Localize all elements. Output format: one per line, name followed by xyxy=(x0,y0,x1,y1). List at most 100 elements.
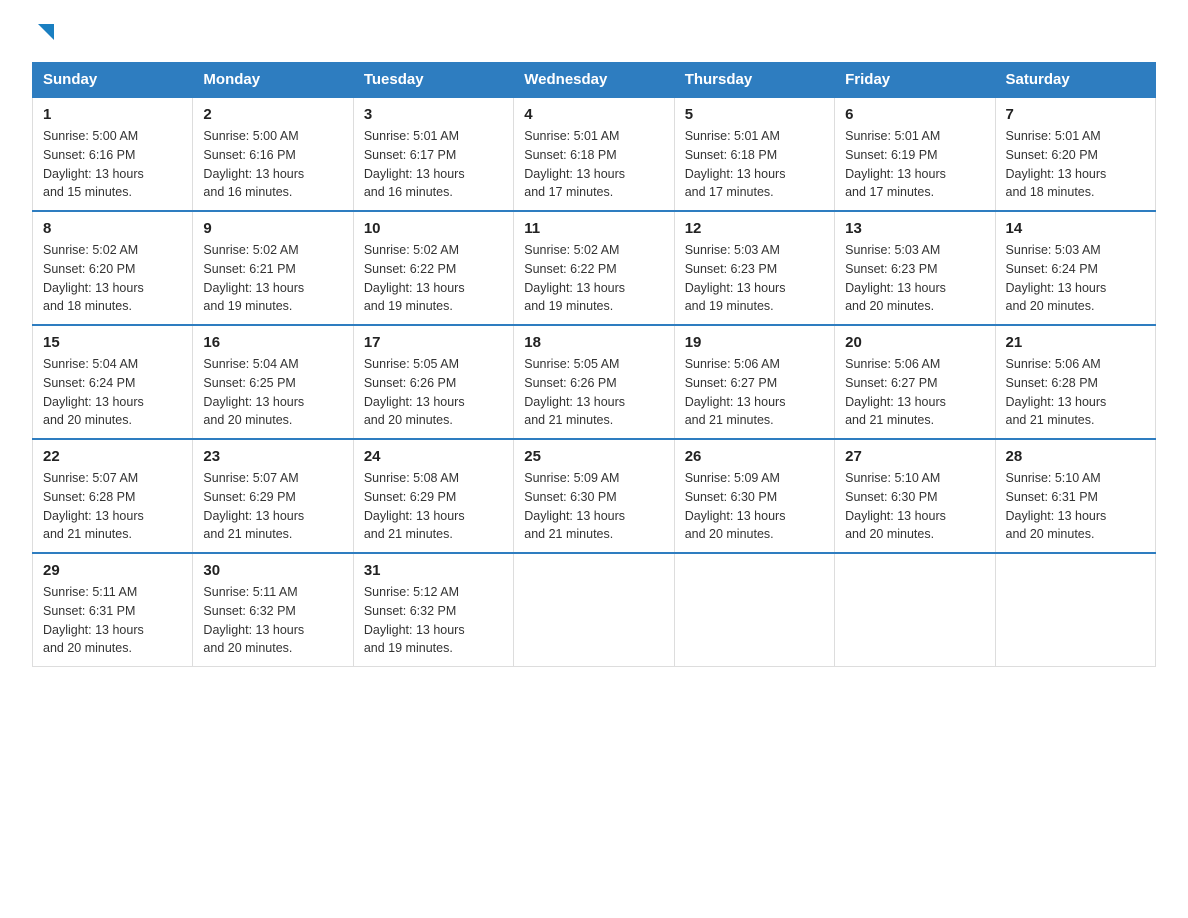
day-number: 6 xyxy=(845,106,984,123)
calendar-cell xyxy=(995,553,1155,667)
calendar-cell: 31 Sunrise: 5:12 AMSunset: 6:32 PMDaylig… xyxy=(353,553,513,667)
day-number: 22 xyxy=(43,448,182,465)
logo-triangle-icon xyxy=(34,20,56,42)
calendar-cell: 10 Sunrise: 5:02 AMSunset: 6:22 PMDaylig… xyxy=(353,211,513,325)
calendar-cell: 30 Sunrise: 5:11 AMSunset: 6:32 PMDaylig… xyxy=(193,553,353,667)
day-info: Sunrise: 5:09 AMSunset: 6:30 PMDaylight:… xyxy=(524,471,625,541)
calendar-week-row: 1 Sunrise: 5:00 AMSunset: 6:16 PMDayligh… xyxy=(33,97,1156,211)
calendar-cell: 4 Sunrise: 5:01 AMSunset: 6:18 PMDayligh… xyxy=(514,97,674,211)
day-info: Sunrise: 5:00 AMSunset: 6:16 PMDaylight:… xyxy=(203,129,304,199)
day-number: 12 xyxy=(685,220,824,237)
calendar-cell: 6 Sunrise: 5:01 AMSunset: 6:19 PMDayligh… xyxy=(835,97,995,211)
day-info: Sunrise: 5:11 AMSunset: 6:31 PMDaylight:… xyxy=(43,585,144,655)
calendar-cell: 2 Sunrise: 5:00 AMSunset: 6:16 PMDayligh… xyxy=(193,97,353,211)
calendar-cell: 12 Sunrise: 5:03 AMSunset: 6:23 PMDaylig… xyxy=(674,211,834,325)
calendar-table: SundayMondayTuesdayWednesdayThursdayFrid… xyxy=(32,62,1156,667)
day-info: Sunrise: 5:12 AMSunset: 6:32 PMDaylight:… xyxy=(364,585,465,655)
calendar-cell: 23 Sunrise: 5:07 AMSunset: 6:29 PMDaylig… xyxy=(193,439,353,553)
calendar-week-row: 8 Sunrise: 5:02 AMSunset: 6:20 PMDayligh… xyxy=(33,211,1156,325)
day-info: Sunrise: 5:06 AMSunset: 6:28 PMDaylight:… xyxy=(1006,357,1107,427)
calendar-week-row: 29 Sunrise: 5:11 AMSunset: 6:31 PMDaylig… xyxy=(33,553,1156,667)
day-number: 11 xyxy=(524,220,663,237)
calendar-cell: 15 Sunrise: 5:04 AMSunset: 6:24 PMDaylig… xyxy=(33,325,193,439)
calendar-cell: 8 Sunrise: 5:02 AMSunset: 6:20 PMDayligh… xyxy=(33,211,193,325)
day-info: Sunrise: 5:04 AMSunset: 6:25 PMDaylight:… xyxy=(203,357,304,427)
calendar-cell xyxy=(514,553,674,667)
calendar-cell: 14 Sunrise: 5:03 AMSunset: 6:24 PMDaylig… xyxy=(995,211,1155,325)
day-info: Sunrise: 5:02 AMSunset: 6:22 PMDaylight:… xyxy=(364,243,465,313)
day-info: Sunrise: 5:02 AMSunset: 6:20 PMDaylight:… xyxy=(43,243,144,313)
calendar-cell: 21 Sunrise: 5:06 AMSunset: 6:28 PMDaylig… xyxy=(995,325,1155,439)
calendar-cell: 3 Sunrise: 5:01 AMSunset: 6:17 PMDayligh… xyxy=(353,97,513,211)
day-number: 7 xyxy=(1006,106,1145,123)
day-info: Sunrise: 5:01 AMSunset: 6:18 PMDaylight:… xyxy=(685,129,786,199)
day-number: 18 xyxy=(524,334,663,351)
calendar-cell: 25 Sunrise: 5:09 AMSunset: 6:30 PMDaylig… xyxy=(514,439,674,553)
day-number: 30 xyxy=(203,562,342,579)
day-info: Sunrise: 5:06 AMSunset: 6:27 PMDaylight:… xyxy=(685,357,786,427)
day-number: 10 xyxy=(364,220,503,237)
calendar-cell: 19 Sunrise: 5:06 AMSunset: 6:27 PMDaylig… xyxy=(674,325,834,439)
day-info: Sunrise: 5:10 AMSunset: 6:31 PMDaylight:… xyxy=(1006,471,1107,541)
calendar-cell: 7 Sunrise: 5:01 AMSunset: 6:20 PMDayligh… xyxy=(995,97,1155,211)
calendar-cell: 13 Sunrise: 5:03 AMSunset: 6:23 PMDaylig… xyxy=(835,211,995,325)
day-number: 14 xyxy=(1006,220,1145,237)
calendar-cell: 16 Sunrise: 5:04 AMSunset: 6:25 PMDaylig… xyxy=(193,325,353,439)
day-info: Sunrise: 5:09 AMSunset: 6:30 PMDaylight:… xyxy=(685,471,786,541)
day-number: 4 xyxy=(524,106,663,123)
day-info: Sunrise: 5:10 AMSunset: 6:30 PMDaylight:… xyxy=(845,471,946,541)
column-header-thursday: Thursday xyxy=(674,63,834,98)
day-info: Sunrise: 5:03 AMSunset: 6:23 PMDaylight:… xyxy=(685,243,786,313)
day-number: 25 xyxy=(524,448,663,465)
day-info: Sunrise: 5:03 AMSunset: 6:24 PMDaylight:… xyxy=(1006,243,1107,313)
calendar-cell: 9 Sunrise: 5:02 AMSunset: 6:21 PMDayligh… xyxy=(193,211,353,325)
calendar-cell: 5 Sunrise: 5:01 AMSunset: 6:18 PMDayligh… xyxy=(674,97,834,211)
day-info: Sunrise: 5:11 AMSunset: 6:32 PMDaylight:… xyxy=(203,585,304,655)
column-header-saturday: Saturday xyxy=(995,63,1155,98)
calendar-cell: 22 Sunrise: 5:07 AMSunset: 6:28 PMDaylig… xyxy=(33,439,193,553)
day-number: 8 xyxy=(43,220,182,237)
day-info: Sunrise: 5:01 AMSunset: 6:18 PMDaylight:… xyxy=(524,129,625,199)
calendar-cell: 11 Sunrise: 5:02 AMSunset: 6:22 PMDaylig… xyxy=(514,211,674,325)
day-number: 29 xyxy=(43,562,182,579)
day-number: 26 xyxy=(685,448,824,465)
day-info: Sunrise: 5:08 AMSunset: 6:29 PMDaylight:… xyxy=(364,471,465,541)
day-info: Sunrise: 5:02 AMSunset: 6:22 PMDaylight:… xyxy=(524,243,625,313)
calendar-cell: 28 Sunrise: 5:10 AMSunset: 6:31 PMDaylig… xyxy=(995,439,1155,553)
day-number: 2 xyxy=(203,106,342,123)
day-number: 20 xyxy=(845,334,984,351)
day-number: 9 xyxy=(203,220,342,237)
calendar-week-row: 22 Sunrise: 5:07 AMSunset: 6:28 PMDaylig… xyxy=(33,439,1156,553)
column-header-wednesday: Wednesday xyxy=(514,63,674,98)
day-info: Sunrise: 5:00 AMSunset: 6:16 PMDaylight:… xyxy=(43,129,144,199)
day-number: 28 xyxy=(1006,448,1145,465)
day-number: 31 xyxy=(364,562,503,579)
day-number: 23 xyxy=(203,448,342,465)
logo xyxy=(32,24,56,42)
calendar-week-row: 15 Sunrise: 5:04 AMSunset: 6:24 PMDaylig… xyxy=(33,325,1156,439)
column-header-monday: Monday xyxy=(193,63,353,98)
day-info: Sunrise: 5:04 AMSunset: 6:24 PMDaylight:… xyxy=(43,357,144,427)
day-number: 17 xyxy=(364,334,503,351)
calendar-cell: 20 Sunrise: 5:06 AMSunset: 6:27 PMDaylig… xyxy=(835,325,995,439)
day-number: 16 xyxy=(203,334,342,351)
day-info: Sunrise: 5:05 AMSunset: 6:26 PMDaylight:… xyxy=(524,357,625,427)
day-info: Sunrise: 5:01 AMSunset: 6:20 PMDaylight:… xyxy=(1006,129,1107,199)
day-info: Sunrise: 5:07 AMSunset: 6:29 PMDaylight:… xyxy=(203,471,304,541)
calendar-cell: 24 Sunrise: 5:08 AMSunset: 6:29 PMDaylig… xyxy=(353,439,513,553)
day-number: 3 xyxy=(364,106,503,123)
column-header-tuesday: Tuesday xyxy=(353,63,513,98)
day-info: Sunrise: 5:03 AMSunset: 6:23 PMDaylight:… xyxy=(845,243,946,313)
calendar-cell: 27 Sunrise: 5:10 AMSunset: 6:30 PMDaylig… xyxy=(835,439,995,553)
day-number: 13 xyxy=(845,220,984,237)
calendar-cell xyxy=(835,553,995,667)
day-info: Sunrise: 5:02 AMSunset: 6:21 PMDaylight:… xyxy=(203,243,304,313)
day-number: 27 xyxy=(845,448,984,465)
day-number: 1 xyxy=(43,106,182,123)
calendar-cell: 29 Sunrise: 5:11 AMSunset: 6:31 PMDaylig… xyxy=(33,553,193,667)
day-info: Sunrise: 5:07 AMSunset: 6:28 PMDaylight:… xyxy=(43,471,144,541)
day-number: 15 xyxy=(43,334,182,351)
day-number: 21 xyxy=(1006,334,1145,351)
day-info: Sunrise: 5:05 AMSunset: 6:26 PMDaylight:… xyxy=(364,357,465,427)
day-info: Sunrise: 5:06 AMSunset: 6:27 PMDaylight:… xyxy=(845,357,946,427)
